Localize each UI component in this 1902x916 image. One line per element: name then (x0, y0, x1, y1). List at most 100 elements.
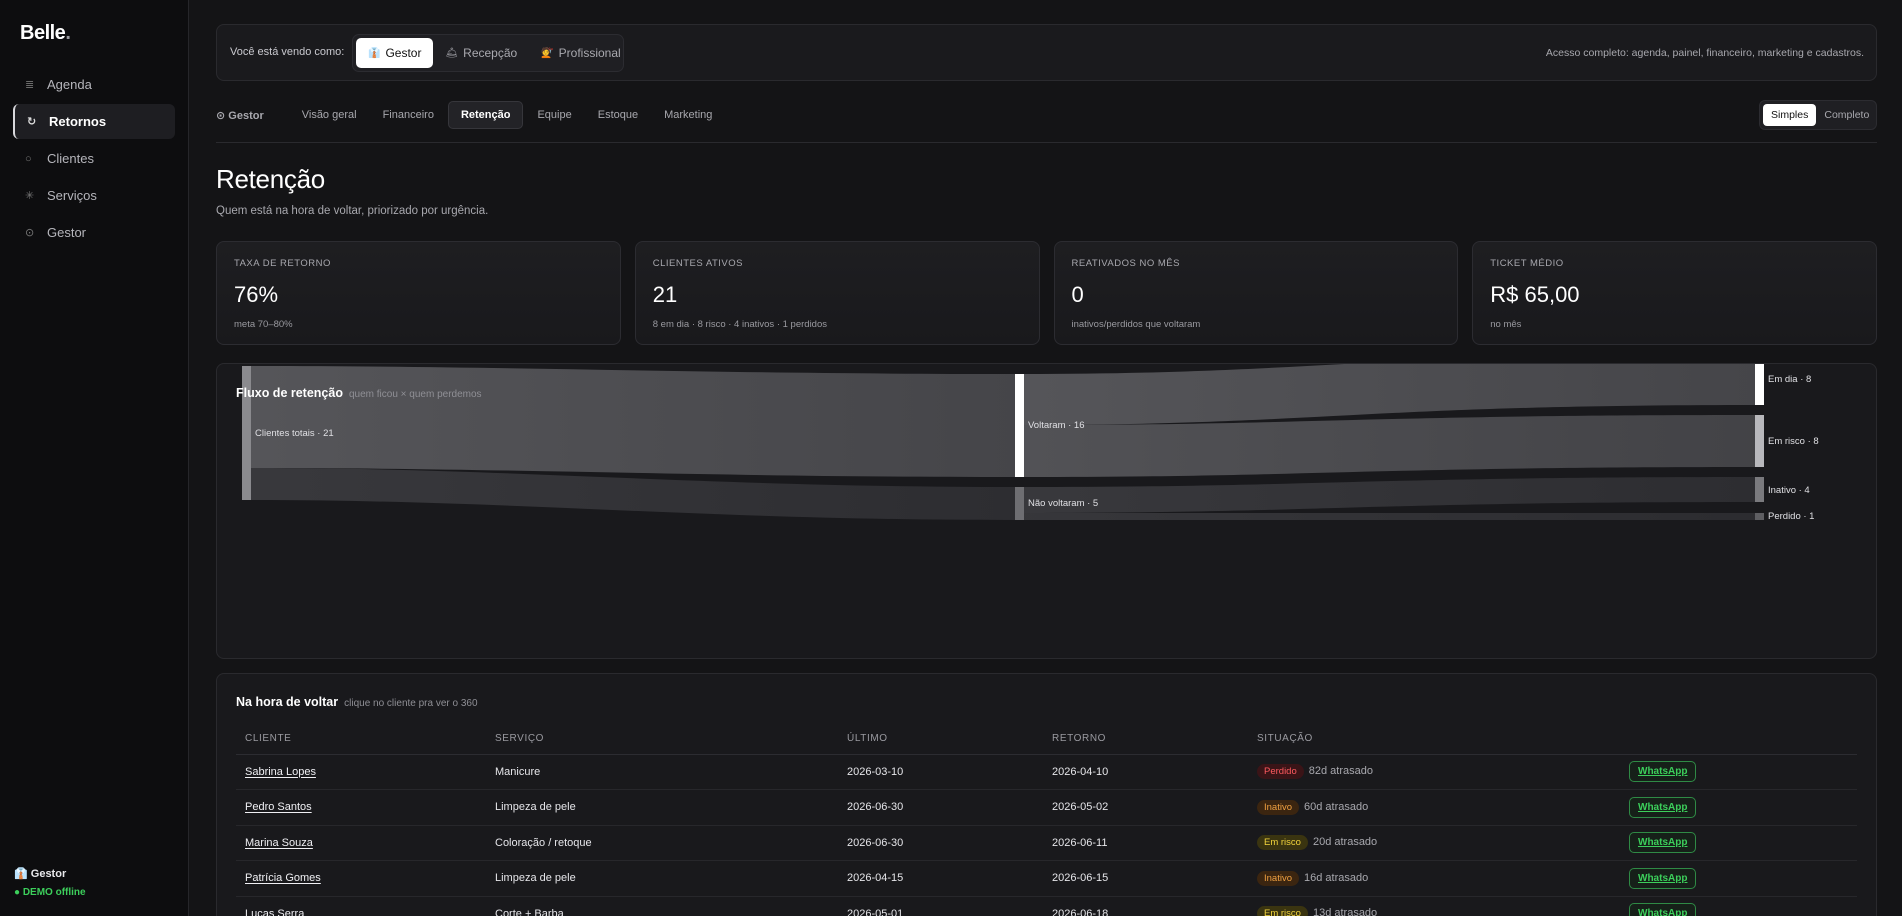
table-row: Sabrina Lopes Manicure 2026-03-10 2026-0… (236, 754, 1857, 790)
role-gestor-button[interactable]: 👔 Gestor (356, 38, 434, 68)
mode-completo-button[interactable]: Completo (1816, 104, 1877, 126)
briefcase-icon: 👔 (14, 868, 28, 880)
column-header: SERVIÇO (486, 724, 838, 755)
flow-link-nao-voltaram-perdido (1023, 513, 1755, 520)
column-header: SITUAÇÃO (1248, 724, 1620, 755)
flow-link-nao-voltaram-inativo (1023, 477, 1755, 513)
whatsapp-button[interactable]: WhatsApp (1629, 832, 1697, 854)
kpi-subtext: inativos/perdidos que voltaram (1071, 319, 1201, 330)
flow-label-em-risco: Em risco · 8 (1768, 436, 1819, 447)
kpi-card-clientes-ativos: Clientes ativos 21 8 em dia · 8 risco · … (634, 241, 1040, 345)
table-row: Patrícia Gomes Limpeza de pele 2026-04-1… (236, 860, 1857, 897)
page-title: Retenção (216, 164, 325, 194)
client-link[interactable]: Sabrina Lopes (245, 766, 316, 778)
tabs-divider (216, 142, 1877, 143)
sidebar-item-label: Clientes (47, 151, 94, 166)
sidebar-item-servicos[interactable]: ✳ Serviços (13, 178, 175, 213)
sparkle-icon: ✳ (25, 190, 35, 202)
kpi-value: 21 (652, 282, 678, 307)
table-row: Lucas Serra Corte + Barba 2026-05-01 202… (236, 896, 1857, 916)
flow-label-perdido: Perdido · 1 (1768, 511, 1814, 522)
page-subtitle: Quem está na hora de voltar, priorizado … (216, 205, 489, 217)
tab-equipe[interactable]: Equipe (525, 101, 583, 129)
client-link[interactable]: Lucas Serra (245, 908, 304, 916)
kpi-label: Taxa de retorno (234, 258, 331, 269)
whatsapp-button[interactable]: WhatsApp (1629, 796, 1697, 818)
service-cell: Coloração / retoque (486, 825, 838, 861)
tab-visao-geral[interactable]: Visão geral (290, 101, 369, 129)
role-description: Acesso completo: agenda, painel, finance… (1545, 47, 1864, 59)
flow-node-voltaram (1015, 374, 1024, 477)
delay-text: 82d atrasado (1308, 765, 1373, 778)
flow-node-em-dia (1755, 364, 1764, 405)
role-recepcao-button[interactable]: 🛎 Recepção (433, 38, 529, 68)
returns-table-hint: clique no cliente pra ver o 360 (344, 698, 478, 709)
sidebar-item-label: Serviços (47, 188, 97, 203)
service-cell: Limpeza de pele (486, 789, 838, 826)
role-segmented-control: 👔 Gestor 🛎 Recepção 💇 Profissional (352, 34, 624, 72)
tab-retencao[interactable]: Retenção (447, 101, 524, 129)
last-visit-cell: 2026-03-10 (838, 754, 1043, 790)
sidebar-item-label: Retornos (49, 114, 107, 129)
column-header: CLIENTE (236, 724, 486, 755)
return-date-cell: 2026-06-11 (1043, 825, 1248, 861)
returns-table-title: Na hora de voltar clique no cliente pra v… (236, 695, 478, 709)
column-header (1620, 724, 1857, 755)
kpi-label: Ticket médio (1490, 258, 1564, 269)
tab-financeiro[interactable]: Financeiro (371, 101, 446, 129)
column-header: ÚLTIMO (838, 724, 1043, 755)
client-link[interactable]: Marina Souza (245, 837, 313, 849)
sidebar-item-clientes[interactable]: ○ Clientes (13, 141, 175, 176)
delay-text: 60d atrasado (1304, 800, 1369, 813)
role-switcher-bar: Você está vendo como: 👔 Gestor 🛎 Recepçã… (216, 24, 1877, 81)
client-link[interactable]: Pedro Santos (245, 801, 312, 813)
flow-link-voltaram-em-risco (1023, 415, 1755, 477)
sidebar-item-retornos[interactable]: ↻ Retornos (13, 104, 175, 139)
delay-text: 16d atrasado (1304, 871, 1369, 884)
tab-marketing[interactable]: Marketing (652, 101, 724, 129)
whatsapp-button[interactable]: WhatsApp (1629, 903, 1697, 916)
status-badge: Perdido (1257, 764, 1304, 780)
kpi-card-ticket-medio: Ticket médio R$ 65,00 no mês (1472, 241, 1877, 345)
last-visit-cell: 2026-06-30 (838, 789, 1043, 826)
kpi-value: R$ 65,00 (1490, 282, 1580, 307)
table-header-row: CLIENTE SERVIÇO ÚLTIMO RETORNO SITUAÇÃO (236, 724, 1857, 755)
kpi-row: Taxa de retorno 76% meta 70–80% Clientes… (216, 241, 1877, 345)
circle-icon: ○ (25, 152, 32, 165)
kpi-card-reativados: Reativados no mês 0 inativos/perdidos qu… (1053, 241, 1459, 345)
delay-text: 20d atrasado (1312, 836, 1378, 849)
flow-label-nao-voltaram: Não voltaram · 5 (1028, 498, 1098, 509)
column-header: RETORNO (1043, 724, 1248, 755)
return-date-cell: 2026-04-10 (1043, 754, 1248, 790)
status-badge: Inativo (1257, 870, 1299, 886)
table-row: Pedro Santos Limpeza de pele 2026-06-30 … (236, 789, 1857, 826)
refresh-icon: ↻ (27, 116, 37, 128)
status-badge: Em risco (1257, 835, 1308, 851)
whatsapp-button[interactable]: WhatsApp (1629, 761, 1697, 783)
last-visit-cell: 2026-05-01 (838, 896, 1043, 916)
bell-icon: 🛎 (445, 47, 459, 59)
tabs-heading: ⊙ Gestor (216, 109, 264, 122)
service-cell: Limpeza de pele (486, 860, 838, 897)
return-date-cell: 2026-05-02 (1043, 789, 1248, 826)
mode-simples-button[interactable]: Simples (1763, 104, 1817, 126)
kpi-subtext: meta 70–80% (234, 319, 293, 330)
flow-node-inativo (1755, 477, 1764, 502)
sidebar-item-label: Gestor (47, 225, 87, 240)
whatsapp-button[interactable]: WhatsApp (1629, 867, 1697, 889)
flow-node-perdido (1755, 513, 1764, 520)
returns-table-card: Na hora de voltar clique no cliente pra v… (216, 673, 1877, 916)
kpi-subtext: no mês (1490, 319, 1522, 330)
sidebar-item-agenda[interactable]: ≣ Agenda (13, 67, 175, 102)
role-profissional-button[interactable]: 💇 Profissional (529, 38, 632, 68)
current-user: 👔 Gestor (14, 868, 67, 880)
section-tabs: ⊙ Gestor Visão geral Financeiro Retenção… (216, 101, 726, 129)
list-icon: ≣ (25, 79, 35, 91)
client-link[interactable]: Patrícia Gomes (245, 872, 321, 884)
sidebar: Belle. ≣ Agenda ↻ Retornos ○ Clientes ✳ … (0, 0, 189, 916)
tab-estoque[interactable]: Estoque (586, 101, 650, 129)
sidebar-item-gestor[interactable]: ⊙ Gestor (13, 215, 175, 250)
status-badge: Inativo (1257, 799, 1299, 815)
app-logo[interactable]: Belle. (20, 22, 71, 45)
service-cell: Corte + Barba (486, 896, 838, 916)
